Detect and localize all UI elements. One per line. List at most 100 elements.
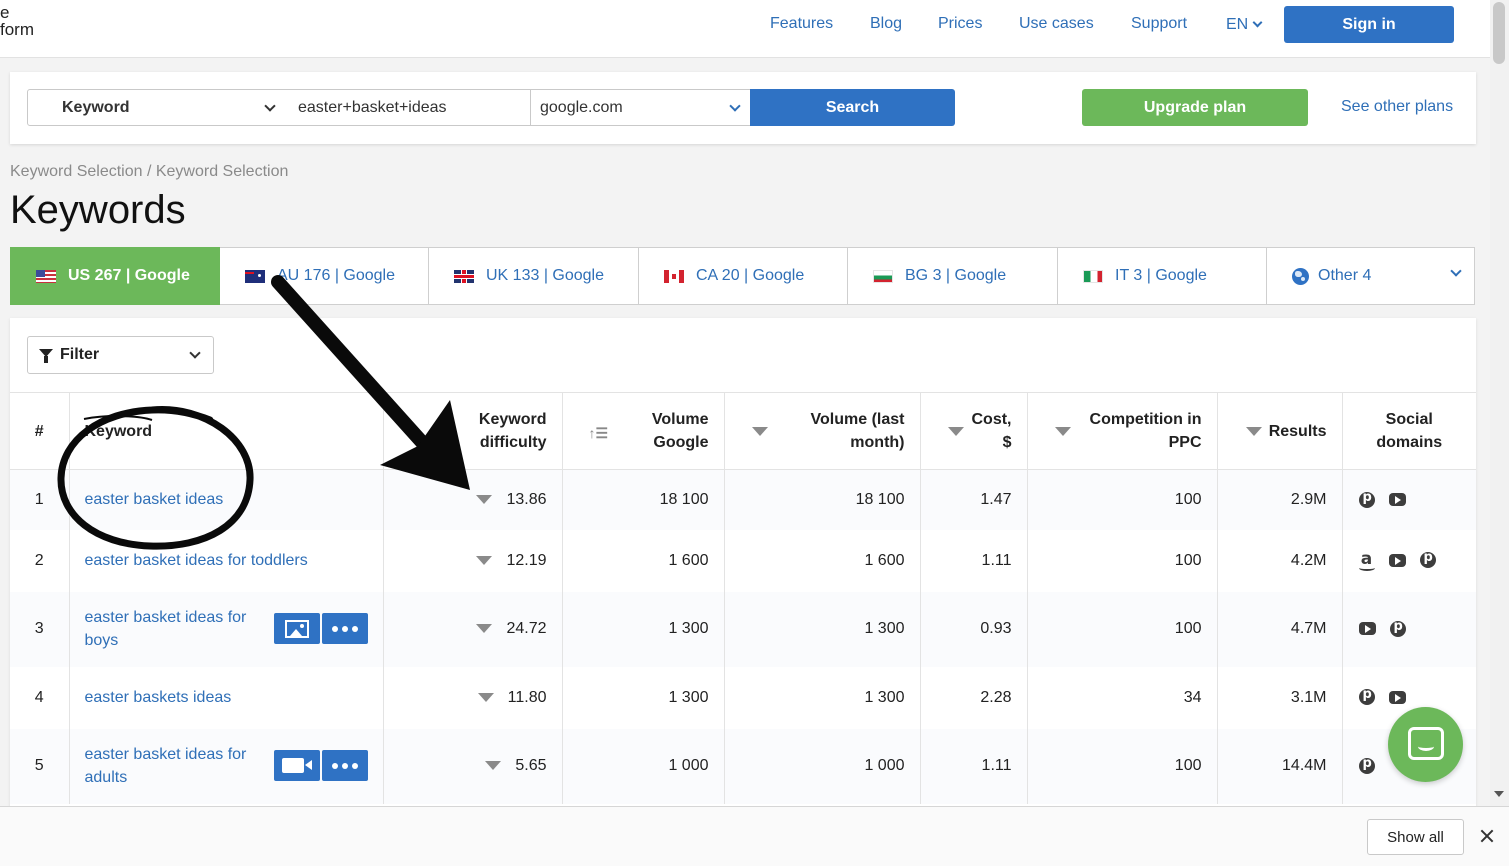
nav-features[interactable]: Features: [770, 15, 833, 33]
competition-cell: 100: [1027, 529, 1218, 592]
ca-flag-icon: [664, 269, 684, 283]
pinterest-icon[interactable]: [1389, 619, 1406, 637]
header-keyword-difficulty[interactable]: Keyword difficulty: [383, 392, 563, 470]
keyword-query-input[interactable]: [282, 89, 532, 126]
pinterest-icon[interactable]: [1358, 490, 1375, 508]
keyword-link[interactable]: easter basket ideas for boys: [85, 606, 265, 652]
it-flag-icon: [1083, 269, 1103, 283]
header-number: #: [10, 392, 70, 470]
header-results[interactable]: Results: [1217, 392, 1343, 470]
header-label: Results: [1268, 422, 1327, 440]
sort-down-icon[interactable]: [947, 427, 964, 436]
volume-google-cell: 1 300: [562, 666, 725, 729]
youtube-icon[interactable]: [1388, 493, 1406, 507]
filter-dropdown[interactable]: Filter: [27, 336, 214, 374]
expand-difficulty-icon[interactable]: [476, 555, 493, 565]
tab-us[interactable]: US 267 | Google: [10, 247, 220, 305]
header-keyword[interactable]: Keyword: [69, 392, 384, 470]
nav-support[interactable]: Support: [1131, 15, 1187, 33]
bottom-bar: Show all: [0, 806, 1509, 866]
sort-down-icon[interactable]: [1054, 427, 1071, 436]
sort-down-icon[interactable]: [1245, 427, 1262, 436]
nav-prices[interactable]: Prices: [938, 15, 982, 33]
more-dots-icon: [331, 625, 358, 632]
tab-other[interactable]: Other 4: [1267, 247, 1475, 305]
cost-cell: 1.11: [920, 529, 1028, 592]
search-button[interactable]: Search: [750, 89, 955, 126]
amazon-icon[interactable]: a: [1358, 551, 1375, 572]
scrollbar-thumb[interactable]: [1493, 2, 1505, 64]
see-other-plans-link[interactable]: See other plans: [1341, 98, 1453, 116]
search-engine-select[interactable]: google.com: [530, 89, 752, 126]
tab-uk[interactable]: UK 133 | Google: [429, 247, 639, 305]
search-type-select[interactable]: Keyword: [27, 89, 283, 126]
nav-blog[interactable]: Blog: [870, 15, 902, 33]
page-scrollbar[interactable]: [1490, 0, 1509, 806]
volume-last-month-cell: 1 300: [724, 666, 921, 729]
row-number: 5: [10, 728, 70, 804]
upgrade-plan-button[interactable]: Upgrade plan: [1082, 89, 1308, 126]
cost-cell: 0.93: [920, 591, 1028, 667]
tab-label: Other 4: [1318, 267, 1372, 284]
row-number: 4: [10, 666, 70, 729]
keyword-difficulty-value[interactable]: 12.19: [506, 552, 546, 569]
youtube-icon[interactable]: [1388, 690, 1406, 704]
keywords-table: # Keyword Keyword difficulty ↑☰ Volume Goog…: [10, 392, 1476, 804]
youtube-icon[interactable]: [1388, 553, 1406, 567]
keyword-link[interactable]: easter baskets ideas: [85, 689, 232, 706]
pinterest-icon[interactable]: [1358, 687, 1375, 706]
expand-difficulty-icon[interactable]: [476, 624, 493, 634]
breadcrumb: Keyword Selection / Keyword Selection: [10, 163, 289, 180]
bg-flag-icon: [873, 269, 893, 283]
language-select[interactable]: EN: [1226, 16, 1263, 34]
keyword-link[interactable]: easter basket ideas for adults: [85, 743, 265, 789]
sort-ascending-icon[interactable]: ↑☰: [589, 422, 609, 445]
tab-it[interactable]: IT 3 | Google: [1058, 247, 1267, 305]
nav-use-cases[interactable]: Use cases: [1019, 15, 1094, 33]
tab-bg[interactable]: BG 3 | Google: [848, 247, 1058, 305]
header-label: Google: [653, 434, 709, 451]
pinterest-icon[interactable]: [1358, 756, 1375, 774]
cost-cell: 1.47: [920, 469, 1028, 530]
tab-label: CA 20 | Google: [696, 267, 805, 284]
header-label: Keyword: [478, 411, 547, 428]
keyword-difficulty-value[interactable]: 13.86: [506, 491, 546, 508]
competition-cell: 100: [1027, 728, 1218, 804]
header-competition[interactable]: Competition in PPC: [1027, 392, 1218, 470]
keyword-difficulty-value[interactable]: 5.65: [515, 757, 546, 774]
chat-button[interactable]: [1388, 707, 1463, 782]
pinterest-icon[interactable]: [1419, 550, 1436, 569]
volume-last-month-cell: 1 000: [724, 728, 921, 804]
header-volume-last-month[interactable]: Volume (last month): [724, 392, 921, 470]
tab-au[interactable]: AU 176 | Google: [220, 247, 429, 305]
more-options-button[interactable]: [321, 750, 368, 781]
keyword-link[interactable]: easter basket ideas: [85, 491, 224, 508]
close-icon[interactable]: [1480, 829, 1494, 843]
keyword-difficulty-value[interactable]: 11.80: [508, 689, 547, 706]
chevron-down-icon[interactable]: [1450, 265, 1462, 277]
youtube-icon[interactable]: [1358, 622, 1376, 636]
header-cost[interactable]: Cost, $: [920, 392, 1028, 470]
expand-difficulty-icon[interactable]: [477, 692, 494, 702]
filter-funnel-icon: [39, 349, 53, 363]
show-all-button[interactable]: Show all: [1367, 819, 1464, 855]
keyword-difficulty-cell: 12.19: [383, 529, 563, 592]
sign-in-button[interactable]: Sign in: [1284, 6, 1454, 43]
logo-line-1: e: [0, 3, 10, 22]
video-button[interactable]: [273, 750, 320, 781]
header-label: Volume: [651, 411, 709, 428]
expand-difficulty-icon[interactable]: [485, 761, 502, 771]
scroll-down-arrow-icon[interactable]: [1494, 791, 1504, 797]
sort-down-icon[interactable]: [751, 427, 768, 436]
uk-flag-icon: [454, 269, 474, 283]
image-button[interactable]: [273, 613, 320, 644]
header-keyword-label: Keyword: [84, 422, 153, 440]
keyword-link[interactable]: easter basket ideas for toddlers: [85, 552, 308, 569]
tab-ca[interactable]: CA 20 | Google: [639, 247, 848, 305]
more-options-button[interactable]: [321, 613, 368, 644]
expand-difficulty-icon[interactable]: [476, 495, 493, 505]
header-social-domains: Social domains: [1342, 392, 1476, 470]
keyword-difficulty-value[interactable]: 24.72: [506, 620, 546, 637]
logo[interactable]: e form: [0, 4, 34, 38]
header-volume-google[interactable]: ↑☰ Volume Google: [562, 392, 725, 470]
